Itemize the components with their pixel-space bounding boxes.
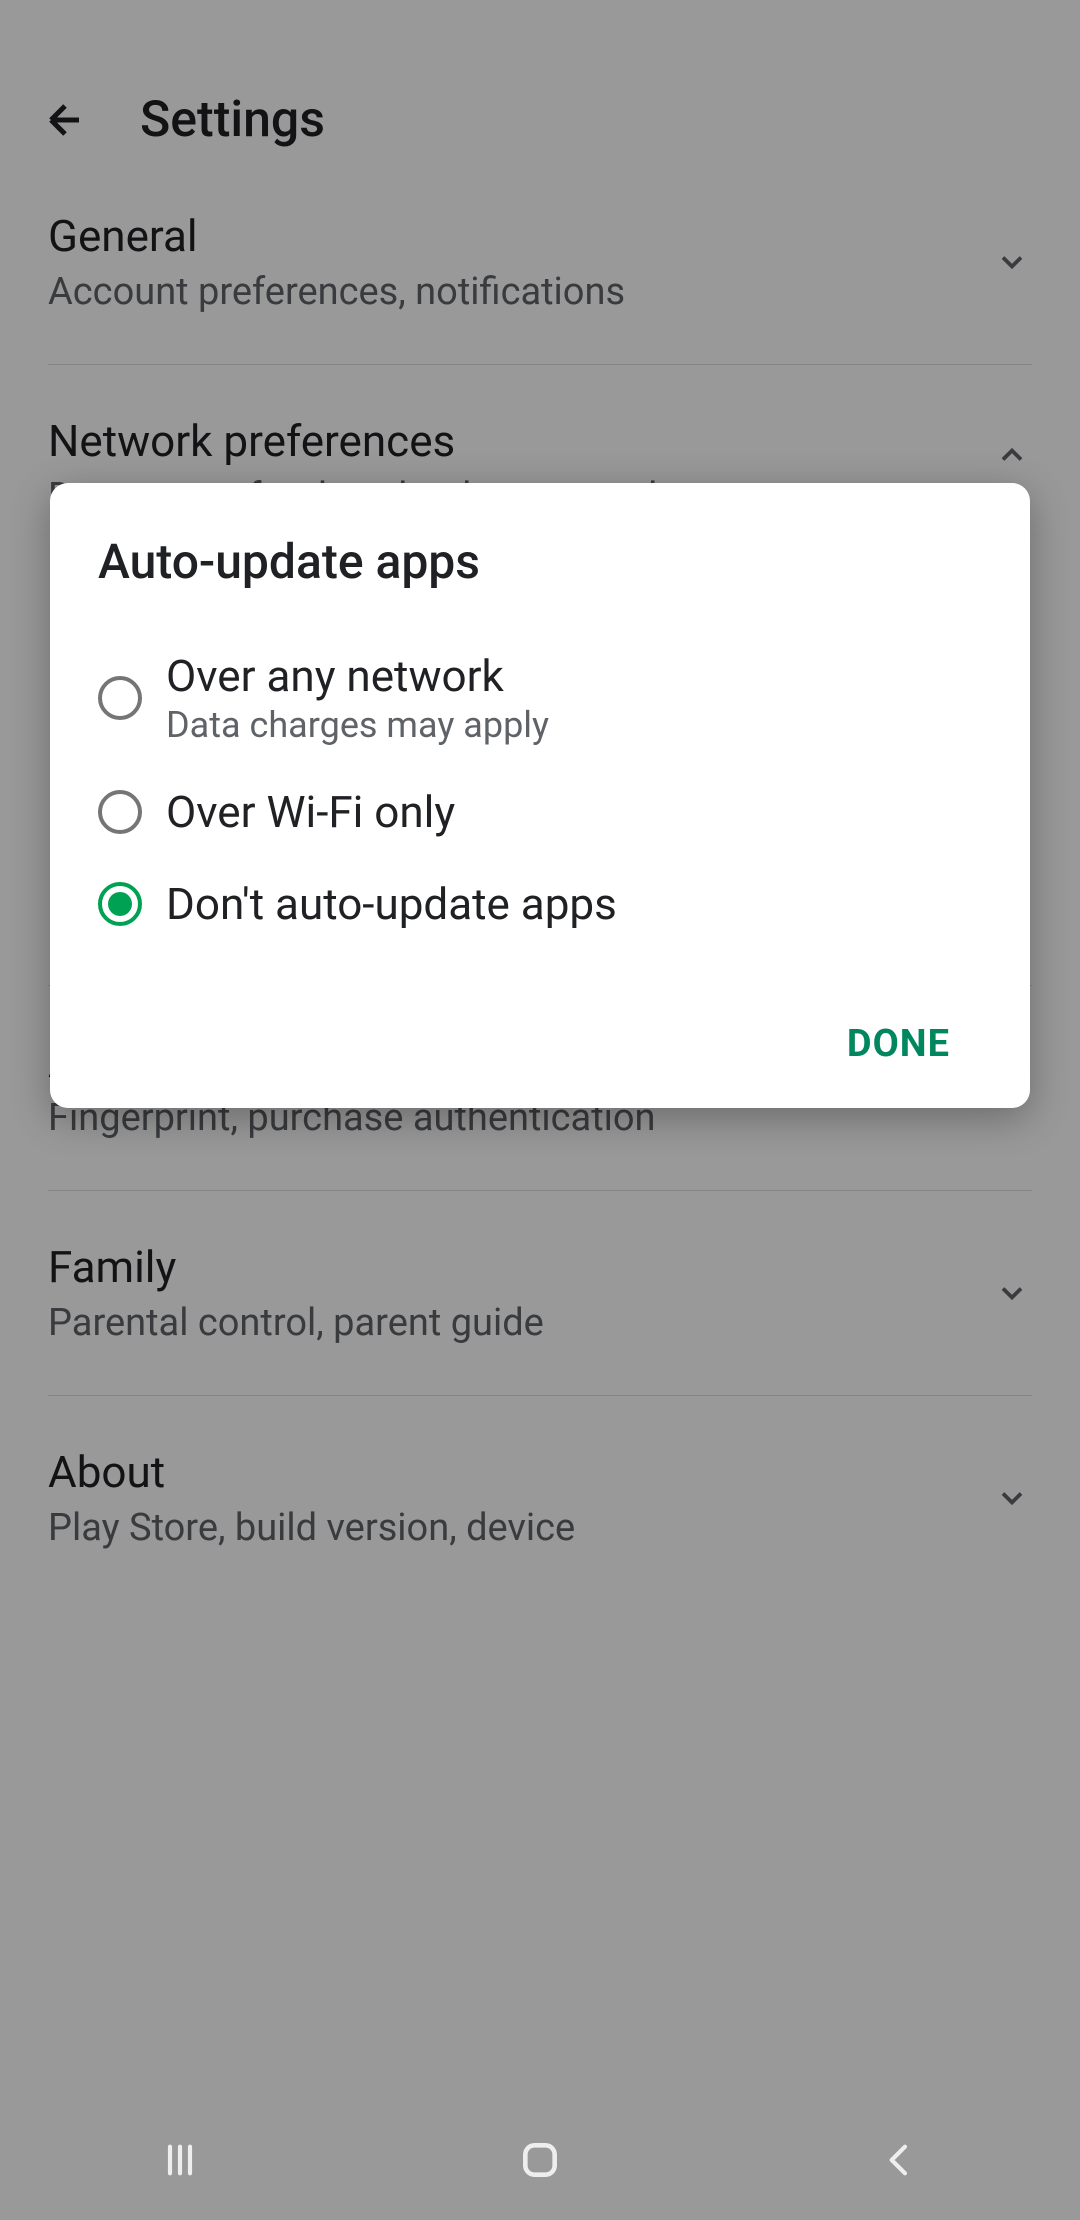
radio-unchecked-icon xyxy=(98,790,142,834)
radio-option-wifi-only[interactable]: Over Wi-Fi only xyxy=(98,766,982,858)
radio-option-any-network[interactable]: Over any network Data charges may apply xyxy=(98,630,982,766)
radio-label: Don't auto-update apps xyxy=(166,878,982,930)
dialog-title: Auto-update apps xyxy=(98,533,982,590)
radio-unchecked-icon xyxy=(98,676,142,720)
back-nav-button[interactable] xyxy=(860,2120,940,2200)
radio-checked-icon xyxy=(98,882,142,926)
radio-sublabel: Data charges may apply xyxy=(166,704,982,746)
navigation-bar xyxy=(0,2100,1080,2220)
radio-option-dont-update[interactable]: Don't auto-update apps xyxy=(98,858,982,950)
done-button[interactable]: DONE xyxy=(827,1010,970,1078)
auto-update-dialog: Auto-update apps Over any network Data c… xyxy=(50,483,1030,1108)
modal-scrim[interactable] xyxy=(0,0,1080,2220)
recents-button[interactable] xyxy=(140,2120,220,2200)
radio-label: Over Wi-Fi only xyxy=(166,786,982,838)
home-button[interactable] xyxy=(500,2120,580,2200)
radio-label: Over any network xyxy=(166,650,982,702)
